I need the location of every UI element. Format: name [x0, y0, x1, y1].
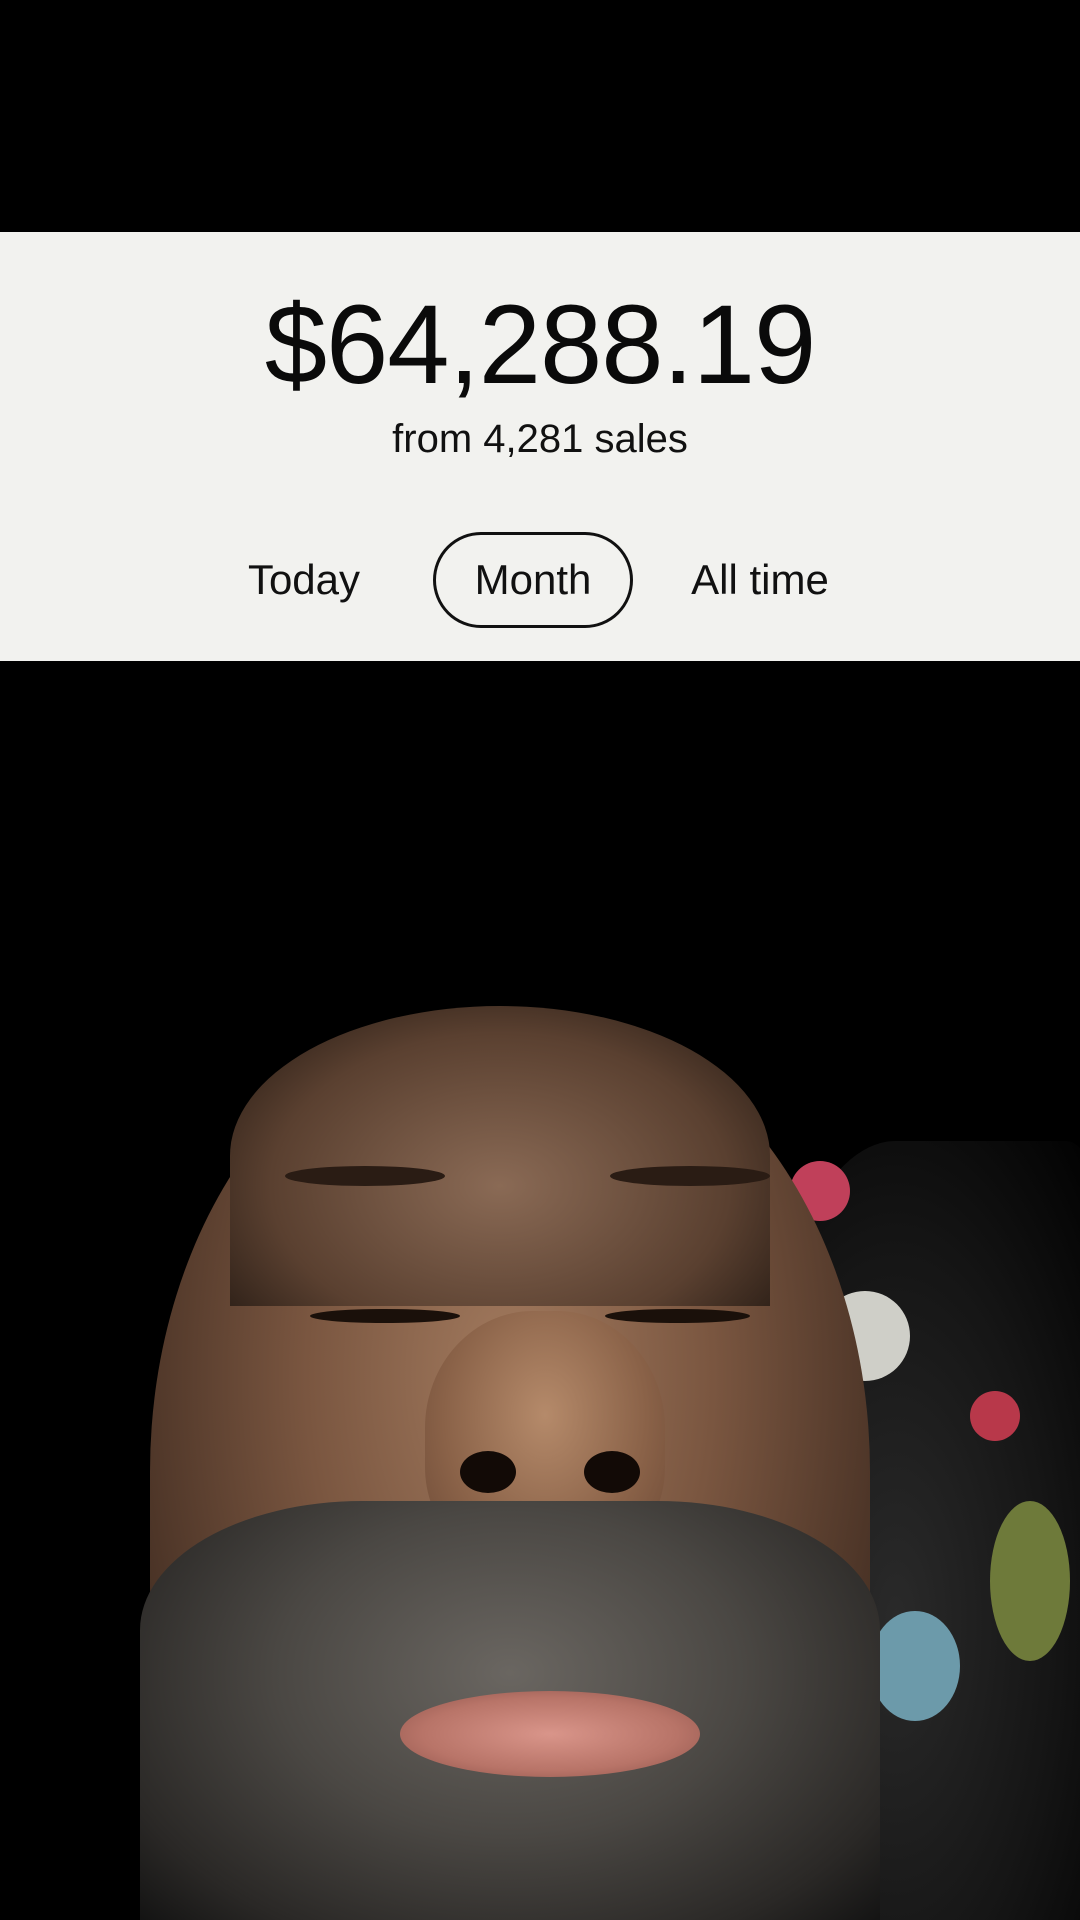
right-eyebrow	[610, 1166, 770, 1186]
left-eye-closed	[310, 1309, 460, 1323]
left-nostril	[460, 1451, 516, 1493]
shirt-print-flower	[990, 1501, 1070, 1661]
right-eye-closed	[605, 1309, 750, 1323]
sales-amount: $64,288.19	[264, 282, 817, 407]
tab-today[interactable]: Today	[236, 532, 372, 628]
shirt-print-flower	[970, 1391, 1020, 1441]
camera-video	[0, 661, 1080, 1920]
tab-month[interactable]: Month	[433, 532, 633, 628]
tab-all-time[interactable]: All time	[680, 532, 840, 628]
top-black-bar	[0, 0, 1080, 232]
right-nostril	[584, 1451, 640, 1493]
left-eyebrow	[285, 1166, 445, 1186]
shirt-print-flower	[870, 1611, 960, 1721]
sales-count: from 4,281 sales	[392, 417, 688, 461]
sales-summary-card: $64,288.19 from 4,281 sales Today Month …	[0, 232, 1080, 661]
period-tabs: Today Month All time	[0, 532, 1080, 632]
lips	[400, 1691, 700, 1777]
head-top	[230, 1006, 770, 1306]
